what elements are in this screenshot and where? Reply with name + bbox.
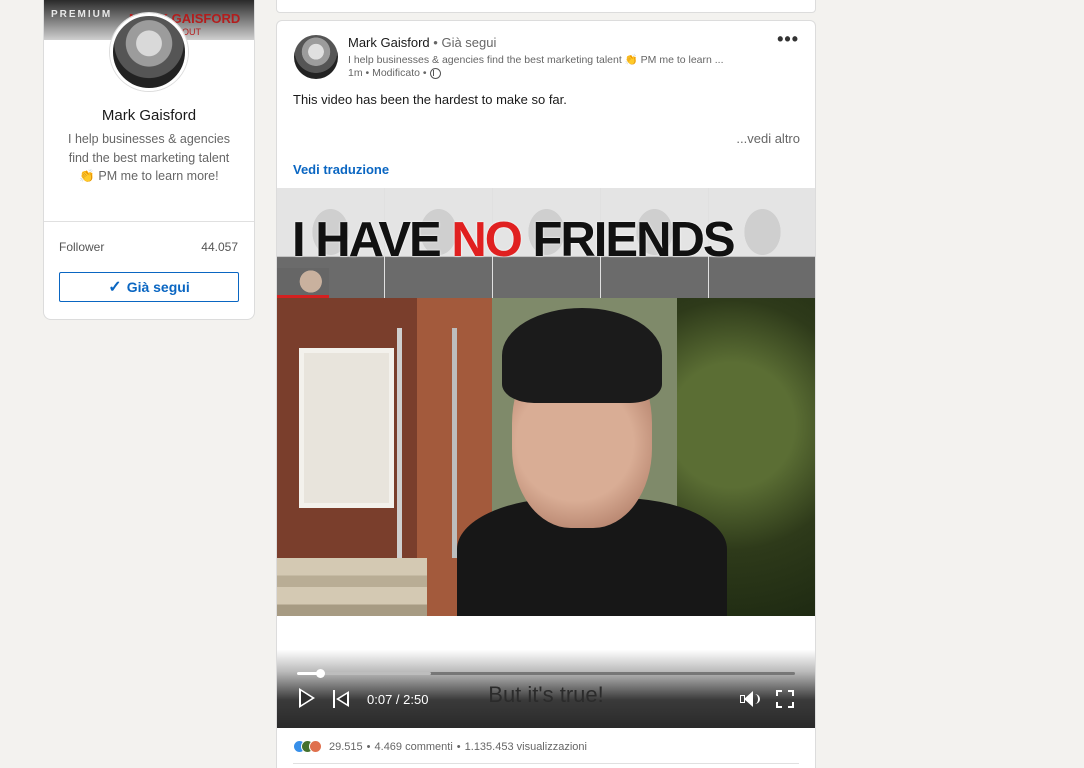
follow-state: Già segui (441, 35, 497, 50)
profile-divider (44, 221, 254, 222)
stats-divider (293, 763, 799, 764)
follower-count: 44.057 (201, 240, 238, 254)
video-title-part1: I HAVE (292, 213, 452, 267)
see-more-link[interactable]: ...vedi altro (736, 131, 800, 146)
video-title-overlay: I HAVE NO FRIENDS (292, 212, 736, 268)
globe-icon (429, 67, 441, 79)
fullscreen-corner (776, 690, 782, 696)
profile-avatar[interactable] (110, 13, 188, 91)
volume-icon[interactable] (740, 690, 762, 708)
skip-back-triangle-inner (339, 694, 347, 704)
stats-separator: • (456, 740, 461, 753)
post-author: Mark Gaisford • Già segui (348, 35, 496, 50)
skip-back-bar (333, 690, 335, 708)
video-caption: But it's true! (488, 682, 604, 707)
view-count: 1.135.453 visualizzazioni (464, 740, 587, 753)
post-text: This video has been the hardest to make … (293, 92, 567, 107)
fullscreen-corner (776, 702, 782, 708)
video-title-highlight: NO (451, 213, 522, 267)
reaction-icons[interactable] (293, 740, 322, 753)
video-frame (277, 298, 815, 626)
picture-in-picture-thumb (277, 268, 329, 298)
author-avatar[interactable] (294, 35, 338, 79)
post-meta-text: 1m • Modificato • (348, 67, 427, 79)
see-translation-link[interactable]: Vedi traduzione (293, 162, 389, 177)
more-options-icon[interactable]: ••• (777, 30, 799, 48)
premium-label: PREMIUM (51, 9, 113, 20)
video-time: 0:07 / 2:50 (367, 692, 429, 707)
stats-separator: • (366, 740, 371, 753)
previous-post-card (276, 0, 816, 13)
video-title-part2: FRIENDS (520, 213, 735, 267)
fullscreen-corner (788, 690, 794, 696)
author-name[interactable]: Mark Gaisford (348, 35, 430, 50)
post-card: Mark Gaisford • Già segui I help busines… (276, 20, 816, 768)
author-headline: I help businesses & agencies find the be… (348, 54, 724, 66)
social-counts: 29.515 • 4.469 commenti • 1.135.453 visu… (293, 740, 587, 753)
profile-headline: I help businesses & agencies find the be… (68, 132, 230, 183)
video-player[interactable]: I HAVE NO FRIENDS But it's true! 0:07 / … (277, 188, 815, 728)
scene-steps (277, 558, 427, 616)
scene-window (299, 348, 394, 508)
profile-card: PREMIUM MARK GAISFORD BOUT Mark Gaisford… (43, 0, 255, 320)
fullscreen-icon[interactable] (776, 690, 794, 708)
reaction-count[interactable]: 29.515 (329, 741, 363, 753)
fullscreen-corner (788, 702, 794, 708)
volume-cone (744, 691, 753, 707)
video-progress-bar[interactable] (297, 669, 795, 678)
video-presenter (457, 308, 727, 626)
post-meta: 1m • Modificato • (348, 67, 441, 79)
check-icon: ✓ (108, 279, 122, 296)
profile-name[interactable]: Mark Gaisford (44, 107, 254, 124)
love-reaction-icon (309, 740, 322, 753)
following-button[interactable]: ✓ Già segui (59, 272, 239, 302)
scene-scaffold (397, 328, 457, 558)
skip-back-icon[interactable] (333, 690, 349, 708)
play-icon[interactable] (299, 688, 315, 708)
comment-count[interactable]: 4.469 commenti (375, 741, 453, 753)
volume-wave (754, 694, 760, 704)
author-separator: • (433, 35, 438, 50)
following-button-label: Già segui (126, 279, 190, 295)
follower-label: Follower (59, 240, 105, 254)
presenter-hat (502, 308, 662, 403)
